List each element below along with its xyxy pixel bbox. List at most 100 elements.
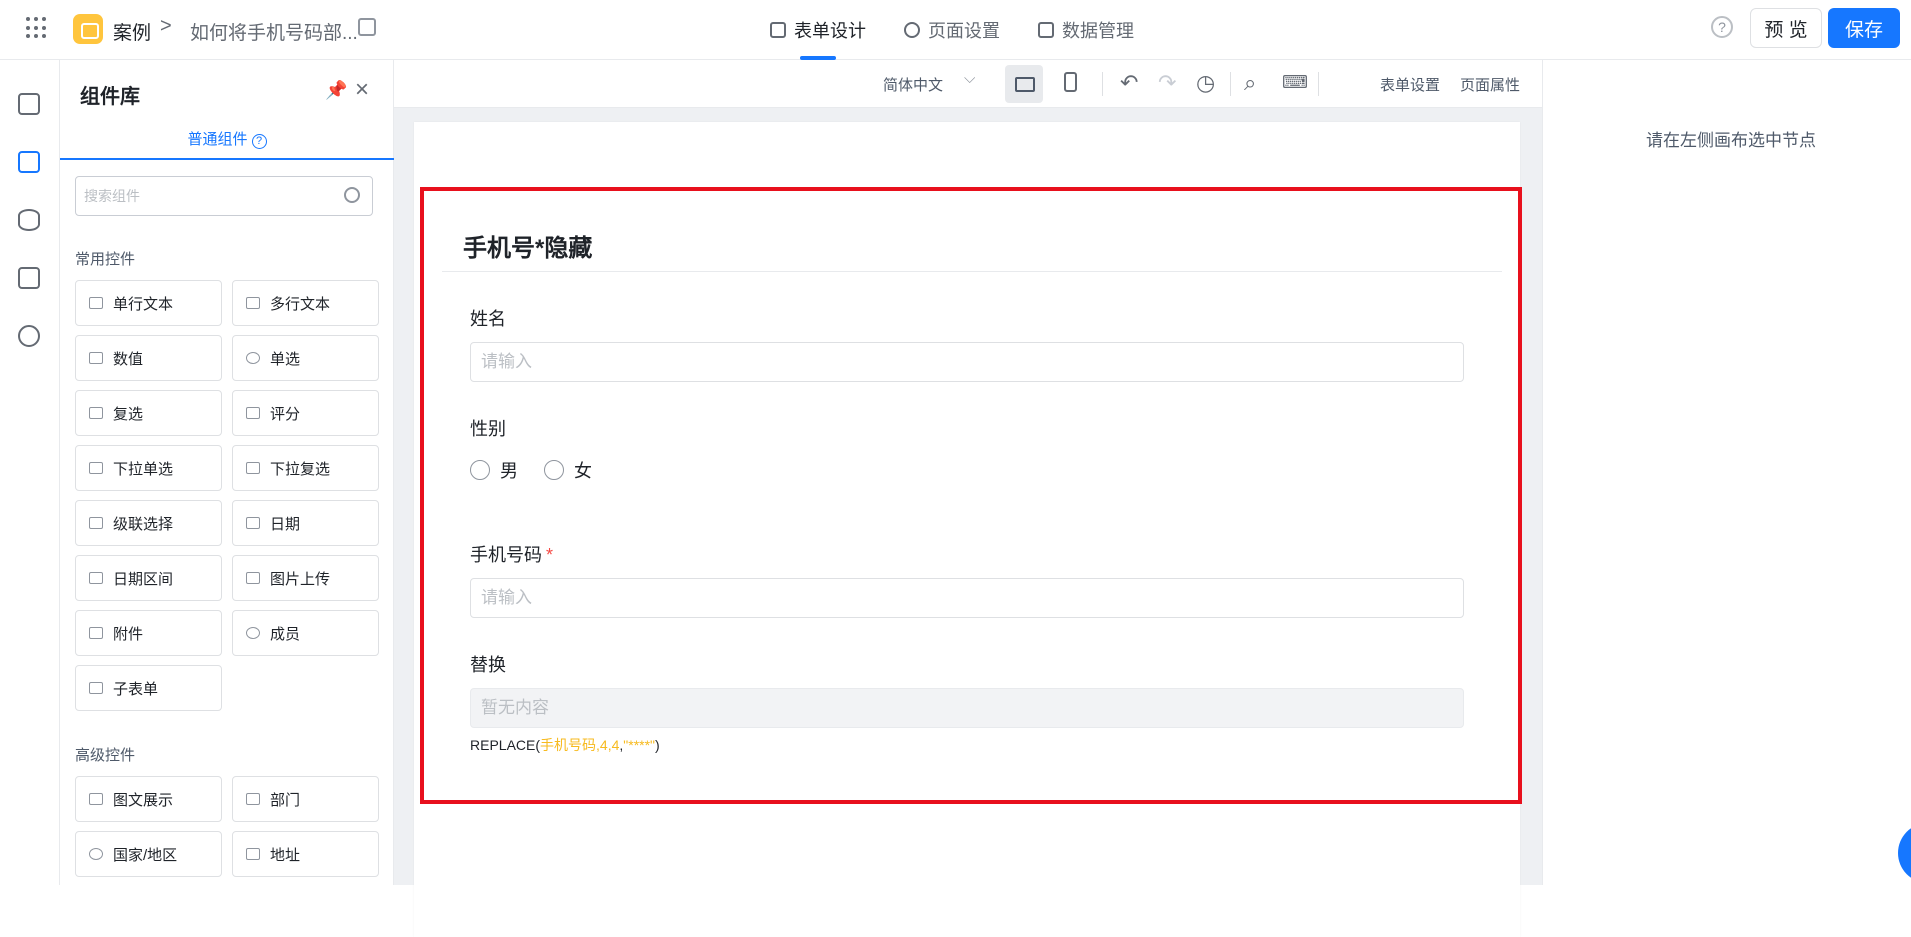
main-tabs: 表单设计 页面设置 数据管理 xyxy=(770,0,1134,60)
component-single-line-text[interactable]: 单行文本 xyxy=(75,280,222,326)
component-address[interactable]: 地址 xyxy=(232,831,379,877)
component-label: 国家/地区 xyxy=(113,846,178,864)
component-department[interactable]: 部门 xyxy=(232,776,379,822)
component-date-range[interactable]: 日期区间 xyxy=(75,555,222,601)
undo-icon[interactable]: ↶ xyxy=(1120,70,1138,96)
gear-icon xyxy=(904,22,920,38)
tab-label: 数据管理 xyxy=(1062,21,1134,41)
app-logo xyxy=(73,14,103,44)
component-rich-text[interactable]: 图文展示 xyxy=(75,776,222,822)
component-label: 图文展示 xyxy=(113,791,174,809)
page-properties-button[interactable]: 页面属性 xyxy=(1460,74,1520,95)
close-icon[interactable]: × xyxy=(355,76,369,104)
component-number[interactable]: 数值 xyxy=(75,335,222,381)
tab-common-components[interactable]: 普通组件? xyxy=(60,126,394,160)
redo-icon[interactable]: ↷ xyxy=(1158,70,1176,96)
component-cascade[interactable]: 级联选择 xyxy=(75,500,222,546)
number-icon xyxy=(89,352,103,364)
radio-male[interactable]: 男 xyxy=(470,457,518,483)
search-input[interactable] xyxy=(76,177,316,215)
tab-form-design[interactable]: 表单设计 xyxy=(770,0,866,60)
chevron-down-icon[interactable]: ⌵ xyxy=(964,70,975,87)
radio-circle[interactable] xyxy=(544,460,564,480)
formula-arg: 4 xyxy=(599,737,608,753)
radio-icon xyxy=(246,352,260,364)
component-label: 子表单 xyxy=(113,680,159,698)
multi-line-text-icon xyxy=(246,297,260,309)
component-multi-select[interactable]: 下拉复选 xyxy=(232,445,379,491)
breadcrumb-app[interactable]: 案例 xyxy=(113,18,151,45)
section-common-controls: 常用控件 xyxy=(75,251,136,268)
formula-fn: REPLACE( xyxy=(470,737,541,753)
form-container[interactable]: 手机号*隐藏 姓名 性别 男 女 手机号码* 替换 REPLACE(手机号码,4… xyxy=(420,187,1522,804)
document-icon xyxy=(770,22,786,38)
edit-icon[interactable] xyxy=(358,18,376,36)
component-radio[interactable]: 单选 xyxy=(232,335,379,381)
language-select[interactable]: 简体中文 xyxy=(883,74,943,95)
component-search xyxy=(75,176,373,216)
component-label: 日期区间 xyxy=(113,570,174,588)
formula-arg: "****" xyxy=(623,737,656,753)
toolbar-divider xyxy=(1102,72,1103,96)
gender-label: 性别 xyxy=(470,419,506,439)
components-icon[interactable] xyxy=(18,151,40,173)
design-canvas: 简体中文 ⌵ ↶ ↷ ◷ ⌕ ⌨ 表单设置 页面属性 手机号*隐藏 姓名 性别 … xyxy=(394,60,1542,937)
component-label: 附件 xyxy=(113,625,144,643)
component-subform[interactable]: 子表单 xyxy=(75,665,222,711)
subform-icon xyxy=(89,682,103,694)
radio-female[interactable]: 女 xyxy=(544,457,592,483)
replace-input xyxy=(470,688,1464,728)
globe-icon[interactable] xyxy=(18,325,40,347)
component-member[interactable]: 成员 xyxy=(232,610,379,656)
form-settings-button[interactable]: 表单设置 xyxy=(1380,74,1440,95)
multi-select-icon xyxy=(246,462,260,474)
search-icon[interactable]: ⌕ xyxy=(1244,70,1256,96)
breadcrumb-page: 如何将手机号码部... xyxy=(190,23,358,44)
subtab-label: 普通组件 xyxy=(187,131,248,148)
department-icon xyxy=(246,793,260,805)
tab-label: 表单设计 xyxy=(794,21,866,41)
preview-button[interactable]: 预 览 xyxy=(1750,8,1822,48)
radio-circle[interactable] xyxy=(470,460,490,480)
history-icon[interactable]: ◷ xyxy=(1196,70,1215,96)
component-label: 单行文本 xyxy=(113,295,174,313)
tab-data-management[interactable]: 数据管理 xyxy=(1038,0,1134,60)
data-source-icon[interactable] xyxy=(18,209,40,231)
pin-icon[interactable]: 📌 xyxy=(325,80,347,101)
component-label: 评分 xyxy=(270,405,301,423)
mobile-icon[interactable] xyxy=(1064,72,1077,92)
desktop-icon[interactable] xyxy=(1005,65,1043,103)
empty-selection-message: 请在左侧画布选中节点 xyxy=(1646,131,1816,150)
help-icon[interactable]: ? xyxy=(251,134,267,149)
component-rating[interactable]: 评分 xyxy=(232,390,379,436)
component-attachment[interactable]: 附件 xyxy=(75,610,222,656)
component-label: 部门 xyxy=(270,791,301,809)
keyboard-icon[interactable]: ⌨ xyxy=(1282,72,1308,93)
component-library-panel: 组件库 📌 × 普通组件? 常用控件 单行文本 多行文本 数值 单选 复选 评分… xyxy=(60,60,394,885)
component-country[interactable]: 国家/地区 xyxy=(75,831,222,877)
toolbar-divider xyxy=(1230,72,1231,96)
advanced-controls-grid: 图文展示 部门 国家/地区 地址 xyxy=(75,776,379,877)
help-icon[interactable]: ? xyxy=(1711,16,1733,38)
component-dropdown[interactable]: 下拉单选 xyxy=(75,445,222,491)
component-image-upload[interactable]: 图片上传 xyxy=(232,555,379,601)
name-input[interactable] xyxy=(470,342,1464,382)
save-button[interactable]: 保存 xyxy=(1828,8,1900,48)
component-multi-line-text[interactable]: 多行文本 xyxy=(232,280,379,326)
canvas-toolbar: 简体中文 ⌵ ↶ ↷ ◷ ⌕ ⌨ 表单设置 页面属性 xyxy=(394,60,1542,108)
component-label: 图片上传 xyxy=(270,570,331,588)
paperclip-icon xyxy=(89,627,103,639)
component-date[interactable]: 日期 xyxy=(232,500,379,546)
tab-page-settings[interactable]: 页面设置 xyxy=(904,0,1000,60)
phone-input[interactable] xyxy=(470,578,1464,618)
search-icon[interactable] xyxy=(344,187,360,203)
required-marker: * xyxy=(546,545,554,565)
outline-icon[interactable] xyxy=(18,93,40,115)
map-icon xyxy=(246,848,260,860)
form-title: 手机号*隐藏 xyxy=(463,235,593,262)
component-checkbox[interactable]: 复选 xyxy=(75,390,222,436)
app-grid-icon[interactable] xyxy=(26,17,48,39)
title-divider xyxy=(442,271,1502,272)
js-icon[interactable] xyxy=(18,267,40,289)
component-label: 下拉复选 xyxy=(270,460,331,478)
